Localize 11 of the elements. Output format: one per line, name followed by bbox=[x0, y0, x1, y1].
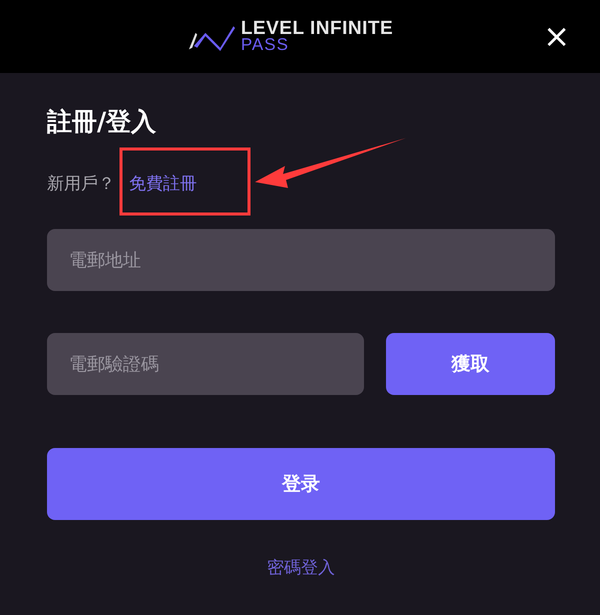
email-field[interactable]: 電郵地址 bbox=[47, 229, 555, 291]
login-button[interactable]: 登录 bbox=[47, 448, 555, 520]
close-button[interactable]: × bbox=[541, 20, 572, 52]
password-login-link[interactable]: 密碼登入 bbox=[267, 556, 335, 579]
code-field[interactable]: 電郵驗證碼 bbox=[47, 333, 364, 395]
logo-text: LEVEL INFINITE bbox=[240, 20, 394, 36]
signup-link[interactable]: 免費註冊 bbox=[129, 172, 197, 194]
page-title: 註冊/登入 bbox=[47, 106, 158, 138]
logo-subtext: PASS bbox=[240, 36, 289, 52]
signup-prompt: 新用戶？ bbox=[47, 172, 115, 194]
get-code-button[interactable]: 獲取 bbox=[386, 333, 555, 395]
